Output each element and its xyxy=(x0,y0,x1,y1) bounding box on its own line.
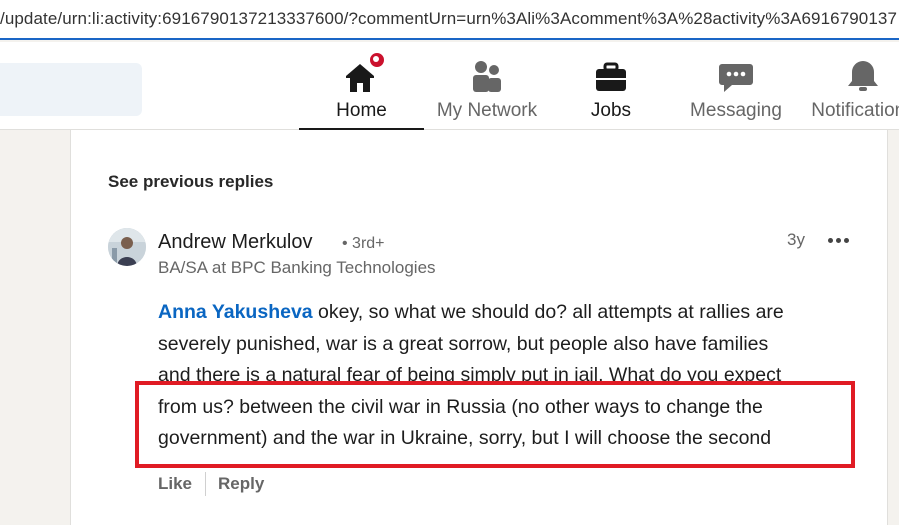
address-bar-url[interactable]: /update/urn:li:activity:6916790137213337… xyxy=(0,9,897,29)
comment-text-line-1: okey, so what we should do? all attempts… xyxy=(312,301,784,323)
nav-notifications[interactable]: Notifications xyxy=(808,42,899,130)
top-nav: Home My Network Jobs Messaging Notificat… xyxy=(0,42,899,130)
search-input[interactable] xyxy=(0,63,142,116)
avatar[interactable] xyxy=(108,228,146,266)
more-options-icon[interactable] xyxy=(822,226,854,254)
nav-messaging[interactable]: Messaging xyxy=(690,42,782,130)
reply-button[interactable]: Reply xyxy=(218,474,264,494)
comment-body: Anna Yakusheva okey, so what we should d… xyxy=(158,297,868,455)
see-previous-replies-link[interactable]: See previous replies xyxy=(108,172,273,192)
mention-link[interactable]: Anna Yakusheva xyxy=(158,301,313,323)
messaging-icon xyxy=(716,56,756,96)
nav-my-network-label: My Network xyxy=(436,100,538,121)
home-icon xyxy=(342,51,386,96)
nav-notifications-label: Notifications xyxy=(811,100,899,121)
comment-text-line-5: government) and the war in Ukraine, sorr… xyxy=(158,427,772,449)
comment-timestamp: 3y xyxy=(787,230,805,249)
comment-text-line-3: and there is a natural fear of being sim… xyxy=(158,364,782,386)
comment-text-line-4: from us? between the civil war in Russia… xyxy=(158,395,763,418)
comment-actions: Like Reply xyxy=(158,472,264,496)
my-network-icon xyxy=(467,56,507,96)
nav-jobs[interactable]: Jobs xyxy=(580,42,642,130)
comment-author-name[interactable]: Andrew Merkulov xyxy=(158,231,313,254)
author-headline: BA/SA at BPC Banking Technologies xyxy=(158,258,436,277)
bell-icon xyxy=(843,56,883,96)
nav-my-network[interactable]: My Network xyxy=(436,42,538,130)
address-bar[interactable]: /update/urn:li:activity:6916790137213337… xyxy=(0,0,899,40)
like-button[interactable]: Like xyxy=(158,474,192,494)
comment-text-line-2: severely punished, war is a great sorrow… xyxy=(158,332,769,355)
action-divider xyxy=(205,472,207,496)
notification-badge xyxy=(367,51,386,69)
nav-messaging-label: Messaging xyxy=(690,100,782,121)
nav-home-label: Home xyxy=(336,100,387,121)
nav-jobs-label: Jobs xyxy=(590,100,632,121)
connection-degree: • 3rd+ xyxy=(342,235,385,252)
nav-home[interactable]: Home xyxy=(299,42,424,130)
jobs-briefcase-icon xyxy=(591,56,631,96)
